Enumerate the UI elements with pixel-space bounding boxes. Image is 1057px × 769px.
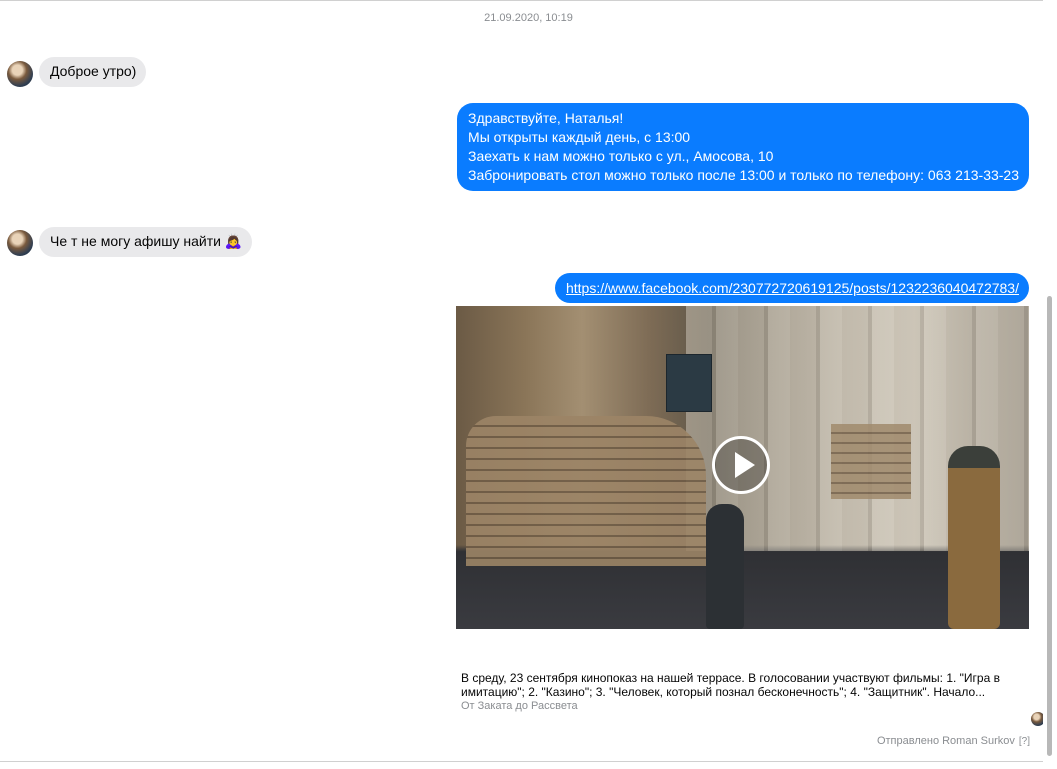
- incoming-message-bubble[interactable]: Че т не могу афишу найти 🙇‍♀️: [39, 227, 253, 257]
- video-preview[interactable]: [456, 306, 1029, 629]
- incoming-message-bubble[interactable]: Доброе утро): [39, 57, 147, 87]
- link-preview-description[interactable]: В среду, 23 сентября кинопоказ на нашей …: [461, 671, 1031, 699]
- sent-by-label: Отправлено Roman Surkov [?]: [877, 735, 1030, 747]
- message-line: Здравствуйте, Наталья!: [468, 110, 624, 126]
- message-line: Забронировать стол можно только после 13…: [468, 167, 1019, 183]
- message-line: Мы открыты каждый день, с 13:00: [468, 129, 691, 145]
- video-frame-sign: [666, 354, 712, 412]
- video-frame-sandbags: [831, 424, 911, 499]
- contact-avatar[interactable]: [7, 230, 33, 256]
- contact-avatar[interactable]: [7, 61, 33, 87]
- outgoing-link-bubble[interactable]: https://www.facebook.com/230772720619125…: [554, 273, 1029, 303]
- video-frame-figure: [706, 504, 744, 629]
- conversation-timestamp: 21.09.2020, 10:19: [484, 12, 573, 24]
- sent-by-text: Отправлено Roman Surkov: [876, 735, 1015, 747]
- video-frame-sandbags: [466, 416, 706, 566]
- video-frame-figure: [948, 446, 1000, 629]
- sent-by-help-link[interactable]: [?]: [1019, 736, 1030, 747]
- scrollbar[interactable]: [1043, 0, 1056, 762]
- message-text: Доброе утро): [50, 63, 137, 79]
- play-icon[interactable]: [712, 436, 770, 494]
- scrollbar-thumb[interactable]: [1047, 296, 1052, 756]
- outgoing-message-bubble[interactable]: Здравствуйте, Наталья! Мы открыты каждый…: [457, 103, 1029, 191]
- link-preview-source[interactable]: От Заката до Рассвета: [461, 700, 578, 712]
- message-line: Заехать к нам можно только с ул., Амосов…: [468, 148, 774, 164]
- shared-link[interactable]: https://www.facebook.com/230772720619125…: [566, 280, 1019, 296]
- message-text: Че т не могу афишу найти 🙇‍♀️: [50, 233, 243, 249]
